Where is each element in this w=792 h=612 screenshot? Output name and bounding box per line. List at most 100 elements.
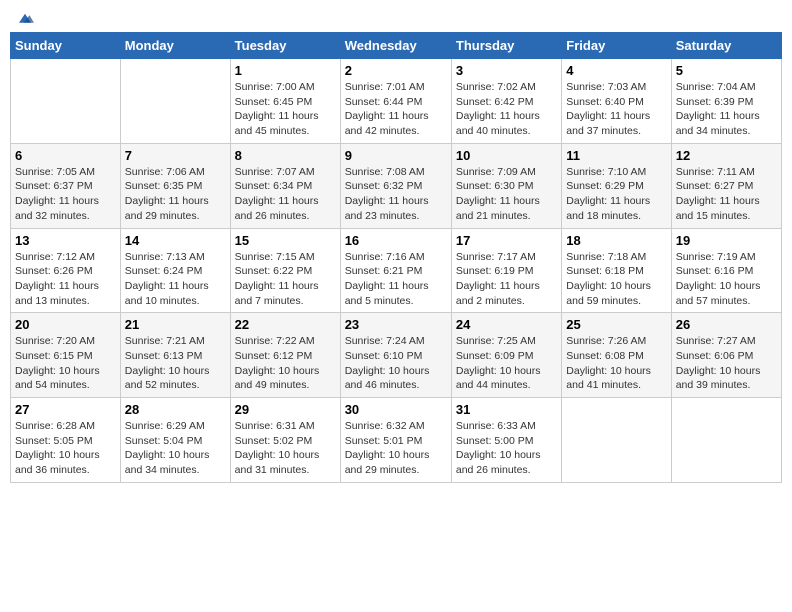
calendar-week-row: 20Sunrise: 7:20 AM Sunset: 6:15 PM Dayli… [11, 313, 782, 398]
weekday-header-monday: Monday [120, 33, 230, 59]
calendar-table: SundayMondayTuesdayWednesdayThursdayFrid… [10, 32, 782, 483]
calendar-day-cell: 24 Sunrise: 7:25 AM Sunset: 6:09 PM Dayli… [451, 313, 561, 398]
calendar-day-cell: 30 Sunrise: 6:32 AM Sunset: 5:01 PM Dayli… [340, 398, 451, 483]
day-number: 18 [566, 233, 666, 248]
day-info: Sunrise: 7:09 AM Sunset: 6:30 PM Dayligh… [456, 165, 557, 224]
day-info: Sunrise: 7:17 AM Sunset: 6:19 PM Dayligh… [456, 250, 557, 309]
calendar-day-cell: 13 Sunrise: 7:12 AM Sunset: 6:26 PM Dayli… [11, 228, 121, 313]
day-number: 2 [345, 63, 447, 78]
day-number: 25 [566, 317, 666, 332]
calendar-day-cell: 19 Sunrise: 7:19 AM Sunset: 6:16 PM Dayli… [671, 228, 781, 313]
calendar-day-cell: 18 Sunrise: 7:18 AM Sunset: 6:18 PM Dayli… [562, 228, 671, 313]
calendar-day-cell: 5 Sunrise: 7:04 AM Sunset: 6:39 PM Daylig… [671, 59, 781, 144]
day-number: 5 [676, 63, 777, 78]
day-info: Sunrise: 7:16 AM Sunset: 6:21 PM Dayligh… [345, 250, 447, 309]
day-number: 11 [566, 148, 666, 163]
day-info: Sunrise: 7:07 AM Sunset: 6:34 PM Dayligh… [235, 165, 336, 224]
day-info: Sunrise: 7:00 AM Sunset: 6:45 PM Dayligh… [235, 80, 336, 139]
logo [14, 10, 34, 24]
day-number: 17 [456, 233, 557, 248]
day-number: 13 [15, 233, 116, 248]
day-info: Sunrise: 7:04 AM Sunset: 6:39 PM Dayligh… [676, 80, 777, 139]
day-info: Sunrise: 7:12 AM Sunset: 6:26 PM Dayligh… [15, 250, 116, 309]
day-info: Sunrise: 7:13 AM Sunset: 6:24 PM Dayligh… [125, 250, 226, 309]
day-number: 10 [456, 148, 557, 163]
day-number: 31 [456, 402, 557, 417]
calendar-week-row: 1 Sunrise: 7:00 AM Sunset: 6:45 PM Daylig… [11, 59, 782, 144]
day-number: 20 [15, 317, 116, 332]
day-number: 19 [676, 233, 777, 248]
calendar-day-cell: 21 Sunrise: 7:21 AM Sunset: 6:13 PM Dayli… [120, 313, 230, 398]
day-info: Sunrise: 7:19 AM Sunset: 6:16 PM Dayligh… [676, 250, 777, 309]
day-info: Sunrise: 7:05 AM Sunset: 6:37 PM Dayligh… [15, 165, 116, 224]
calendar-day-cell: 6 Sunrise: 7:05 AM Sunset: 6:37 PM Daylig… [11, 143, 121, 228]
day-number: 12 [676, 148, 777, 163]
calendar-day-cell: 1 Sunrise: 7:00 AM Sunset: 6:45 PM Daylig… [230, 59, 340, 144]
day-number: 29 [235, 402, 336, 417]
day-info: Sunrise: 7:24 AM Sunset: 6:10 PM Dayligh… [345, 334, 447, 393]
day-number: 27 [15, 402, 116, 417]
day-info: Sunrise: 6:33 AM Sunset: 5:00 PM Dayligh… [456, 419, 557, 478]
day-number: 3 [456, 63, 557, 78]
calendar-day-cell: 17 Sunrise: 7:17 AM Sunset: 6:19 PM Dayli… [451, 228, 561, 313]
weekday-header-sunday: Sunday [11, 33, 121, 59]
day-info: Sunrise: 6:32 AM Sunset: 5:01 PM Dayligh… [345, 419, 447, 478]
calendar-day-cell: 25 Sunrise: 7:26 AM Sunset: 6:08 PM Dayli… [562, 313, 671, 398]
calendar-day-cell: 3 Sunrise: 7:02 AM Sunset: 6:42 PM Daylig… [451, 59, 561, 144]
day-number: 15 [235, 233, 336, 248]
day-number: 23 [345, 317, 447, 332]
day-info: Sunrise: 7:06 AM Sunset: 6:35 PM Dayligh… [125, 165, 226, 224]
calendar-day-cell: 29Sunrise: 6:31 AM Sunset: 5:02 PM Dayli… [230, 398, 340, 483]
calendar-week-row: 27 Sunrise: 6:28 AM Sunset: 5:05 PM Dayli… [11, 398, 782, 483]
calendar-day-cell: 22Sunrise: 7:22 AM Sunset: 6:12 PM Dayli… [230, 313, 340, 398]
weekday-header-tuesday: Tuesday [230, 33, 340, 59]
day-info: Sunrise: 6:29 AM Sunset: 5:04 PM Dayligh… [125, 419, 226, 478]
day-info: Sunrise: 7:26 AM Sunset: 6:08 PM Dayligh… [566, 334, 666, 393]
day-number: 1 [235, 63, 336, 78]
calendar-day-cell: 8Sunrise: 7:07 AM Sunset: 6:34 PM Daylig… [230, 143, 340, 228]
weekday-header-row: SundayMondayTuesdayWednesdayThursdayFrid… [11, 33, 782, 59]
calendar-day-cell: 4 Sunrise: 7:03 AM Sunset: 6:40 PM Daylig… [562, 59, 671, 144]
day-info: Sunrise: 7:02 AM Sunset: 6:42 PM Dayligh… [456, 80, 557, 139]
day-number: 30 [345, 402, 447, 417]
weekday-header-saturday: Saturday [671, 33, 781, 59]
calendar-day-cell: 26 Sunrise: 7:27 AM Sunset: 6:06 PM Dayli… [671, 313, 781, 398]
day-number: 9 [345, 148, 447, 163]
day-info: Sunrise: 7:01 AM Sunset: 6:44 PM Dayligh… [345, 80, 447, 139]
day-number: 24 [456, 317, 557, 332]
calendar-day-cell: 12Sunrise: 7:11 AM Sunset: 6:27 PM Dayli… [671, 143, 781, 228]
day-number: 16 [345, 233, 447, 248]
calendar-day-cell: 14 Sunrise: 7:13 AM Sunset: 6:24 PM Dayli… [120, 228, 230, 313]
weekday-header-friday: Friday [562, 33, 671, 59]
calendar-day-cell: 2 Sunrise: 7:01 AM Sunset: 6:44 PM Daylig… [340, 59, 451, 144]
weekday-header-wednesday: Wednesday [340, 33, 451, 59]
calendar-day-cell: 10 Sunrise: 7:09 AM Sunset: 6:30 PM Dayli… [451, 143, 561, 228]
calendar-day-cell: 7Sunrise: 7:06 AM Sunset: 6:35 PM Daylig… [120, 143, 230, 228]
logo-icon [16, 10, 34, 28]
day-number: 4 [566, 63, 666, 78]
day-info: Sunrise: 7:15 AM Sunset: 6:22 PM Dayligh… [235, 250, 336, 309]
day-number: 14 [125, 233, 226, 248]
day-info: Sunrise: 7:03 AM Sunset: 6:40 PM Dayligh… [566, 80, 666, 139]
calendar-day-cell [562, 398, 671, 483]
day-number: 21 [125, 317, 226, 332]
day-number: 26 [676, 317, 777, 332]
day-info: Sunrise: 7:22 AM Sunset: 6:12 PM Dayligh… [235, 334, 336, 393]
calendar-day-cell: 11 Sunrise: 7:10 AM Sunset: 6:29 PM Dayli… [562, 143, 671, 228]
calendar-day-cell: 16 Sunrise: 7:16 AM Sunset: 6:21 PM Dayli… [340, 228, 451, 313]
day-info: Sunrise: 7:27 AM Sunset: 6:06 PM Dayligh… [676, 334, 777, 393]
day-info: Sunrise: 7:21 AM Sunset: 6:13 PM Dayligh… [125, 334, 226, 393]
day-info: Sunrise: 7:25 AM Sunset: 6:09 PM Dayligh… [456, 334, 557, 393]
calendar-day-cell [11, 59, 121, 144]
calendar-day-cell: 23 Sunrise: 7:24 AM Sunset: 6:10 PM Dayli… [340, 313, 451, 398]
day-number: 28 [125, 402, 226, 417]
calendar-day-cell: 28 Sunrise: 6:29 AM Sunset: 5:04 PM Dayli… [120, 398, 230, 483]
day-number: 6 [15, 148, 116, 163]
day-info: Sunrise: 6:28 AM Sunset: 5:05 PM Dayligh… [15, 419, 116, 478]
calendar-week-row: 13 Sunrise: 7:12 AM Sunset: 6:26 PM Dayli… [11, 228, 782, 313]
calendar-day-cell: 27 Sunrise: 6:28 AM Sunset: 5:05 PM Dayli… [11, 398, 121, 483]
day-info: Sunrise: 7:10 AM Sunset: 6:29 PM Dayligh… [566, 165, 666, 224]
calendar-day-cell [671, 398, 781, 483]
day-info: Sunrise: 7:18 AM Sunset: 6:18 PM Dayligh… [566, 250, 666, 309]
calendar-day-cell: 9Sunrise: 7:08 AM Sunset: 6:32 PM Daylig… [340, 143, 451, 228]
